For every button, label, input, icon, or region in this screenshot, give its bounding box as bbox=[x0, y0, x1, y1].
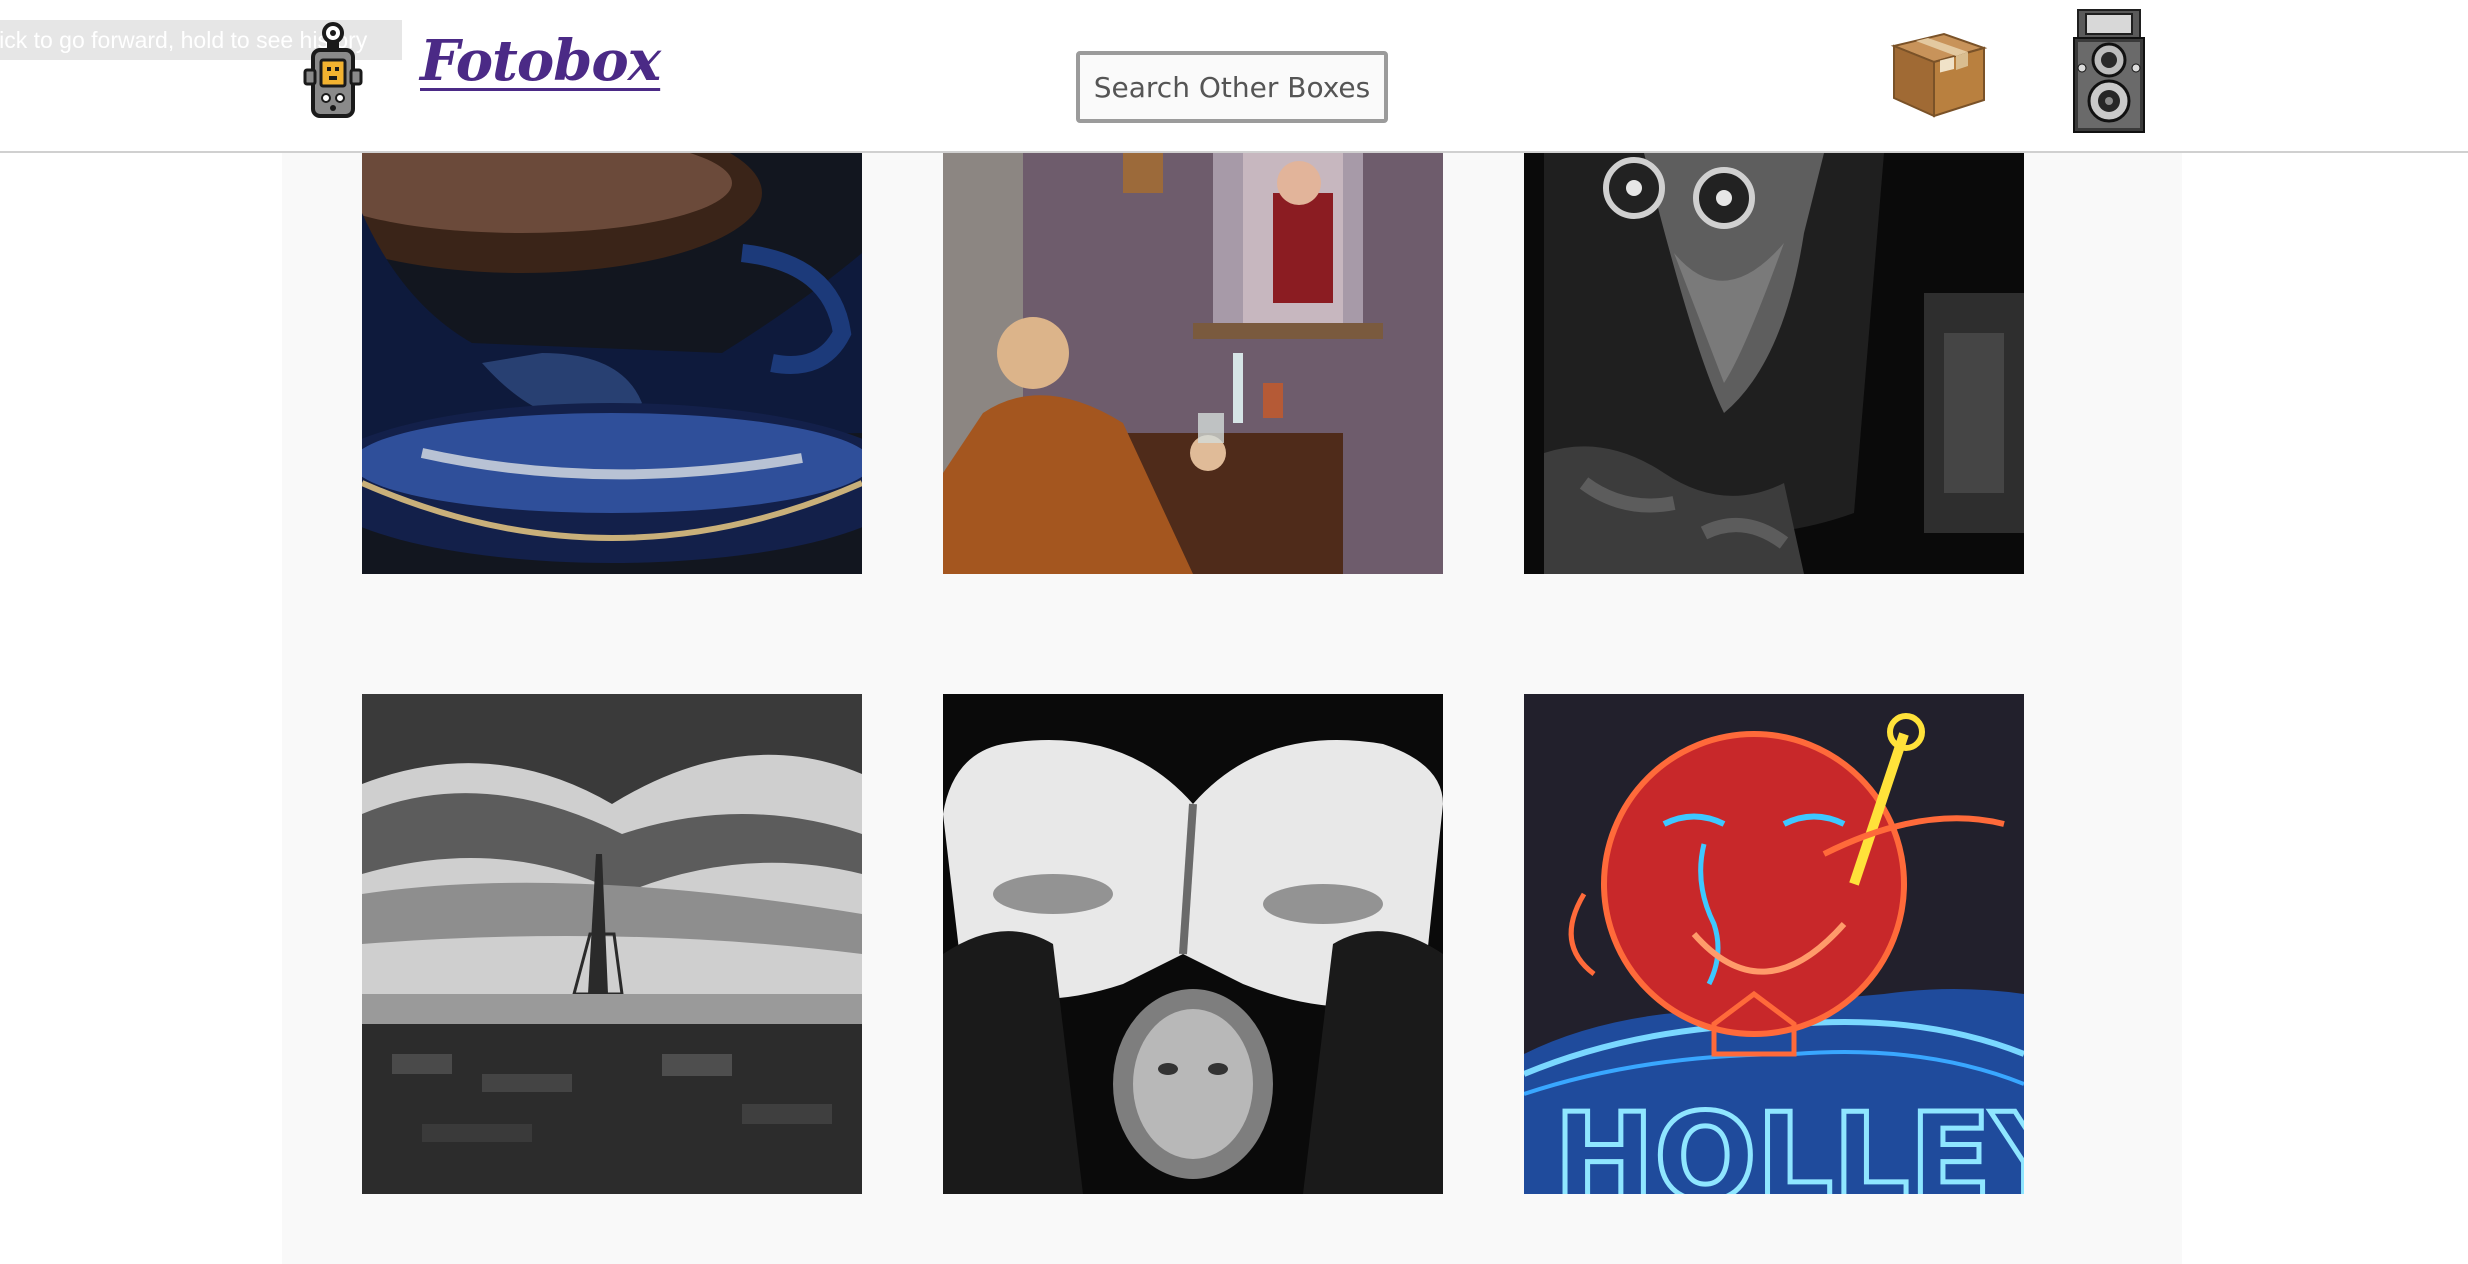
photo-neon-sign[interactable]: HOLLEY bbox=[1524, 694, 2024, 1194]
photo-hooded-figure-goggles[interactable] bbox=[1524, 153, 2024, 574]
photo-eiffel-tower-bw[interactable] bbox=[362, 694, 862, 1194]
top-bar: lick to go forward, hold to see history … bbox=[0, 0, 2468, 153]
light-meter-icon[interactable] bbox=[284, 20, 382, 120]
cardboard-box-icon[interactable] bbox=[1886, 18, 1990, 122]
brand-link[interactable]: Fotobox bbox=[420, 28, 661, 94]
twin-lens-camera-icon[interactable] bbox=[2064, 8, 2154, 138]
search-boxes-input[interactable] bbox=[1076, 51, 1388, 123]
photo-gallery: HOLLEY bbox=[282, 153, 2182, 1264]
photo-coffee-cup[interactable] bbox=[362, 153, 862, 574]
svg-text:HOLLEY: HOLLEY bbox=[1554, 1089, 2024, 1194]
page: lick to go forward, hold to see history … bbox=[0, 0, 2468, 1264]
photo-western-film-still[interactable] bbox=[943, 153, 1443, 574]
photo-mask-face-bw[interactable] bbox=[943, 694, 1443, 1194]
